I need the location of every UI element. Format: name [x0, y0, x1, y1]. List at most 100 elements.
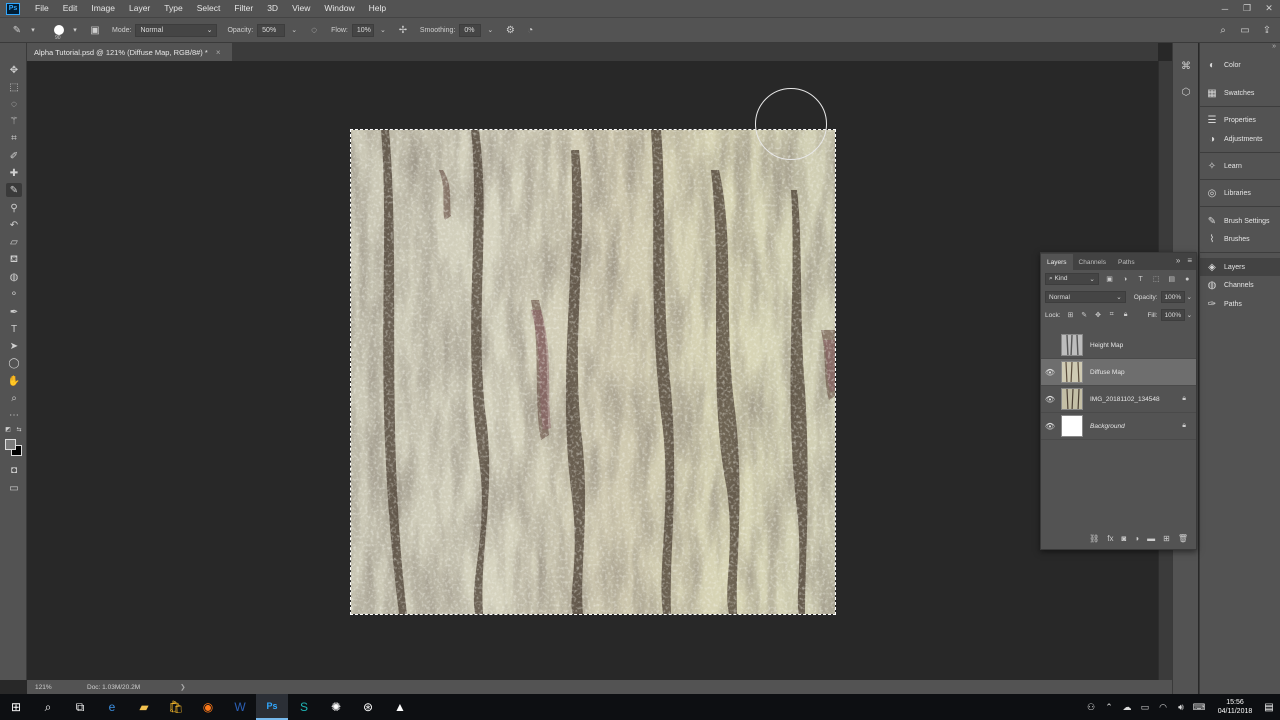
brush-tool-icon[interactable]: ✎ [10, 23, 24, 37]
fx-icon[interactable]: fx [1107, 534, 1113, 543]
panel-brushes[interactable]: ⌇ Brushes [1200, 230, 1280, 248]
volume-icon[interactable]: 🔊︎ [1173, 702, 1189, 713]
eye-icon[interactable]: 👁︎ [1041, 395, 1059, 404]
lock-artboard-icon[interactable]: ⌗ [1108, 310, 1116, 320]
move-tool-icon[interactable]: ✥ [6, 63, 22, 77]
pen-tool-icon[interactable]: ✒ [6, 305, 22, 319]
menu-select[interactable]: Select [190, 0, 228, 17]
collapse-panels-icon[interactable]: » [1272, 43, 1276, 50]
paint-bucket-tool-icon[interactable]: ⛾ [6, 253, 22, 267]
3d-panel-icon[interactable]: ⬡ [1179, 85, 1193, 99]
lasso-tool-icon[interactable]: ◌ [6, 97, 22, 111]
new-group-icon[interactable]: ▬ [1147, 534, 1155, 543]
document-tab[interactable]: Alpha Tutorial.psd @ 121% (Diffuse Map, … [27, 43, 232, 61]
blend-mode-select[interactable]: Normal ⌄ [1045, 291, 1126, 303]
start-icon[interactable]: ⊞ [0, 694, 32, 720]
airbrush-icon[interactable]: ✢ [396, 23, 410, 37]
firefox-icon[interactable]: ◉ [192, 694, 224, 720]
path-selection-tool-icon[interactable]: ➤ [6, 339, 22, 353]
photoshop-taskbar-icon[interactable]: Ps [256, 694, 288, 720]
app-disc-icon[interactable]: ⊛ [352, 694, 384, 720]
foreground-color-swatch[interactable] [5, 439, 16, 450]
notification-icon[interactable]: ▤ [1258, 702, 1280, 713]
add-mask-icon[interactable]: ◙ [1121, 534, 1126, 543]
file-explorer-icon[interactable]: ▰ [128, 694, 160, 720]
new-layer-icon[interactable]: ⊞ [1163, 534, 1170, 543]
flow-input[interactable]: 10% [351, 23, 374, 37]
delete-layer-icon[interactable]: 🗑︎ [1178, 534, 1188, 543]
store-icon[interactable]: 🛍︎ [160, 694, 192, 720]
chevron-down-icon[interactable]: ⌄ [1187, 311, 1192, 319]
photos-icon[interactable]: ▲ [384, 694, 416, 720]
panel-layers[interactable]: ◈ Layers [1200, 258, 1280, 276]
filter-smart-object-icon[interactable]: ▤ [1167, 274, 1177, 284]
canvas-area[interactable] [27, 61, 1158, 680]
panel-paths[interactable]: ✑ Paths [1200, 295, 1280, 313]
adjustment-layer-icon[interactable]: ◑ [1134, 534, 1139, 543]
filter-shape-icon[interactable]: ⬚ [1151, 274, 1161, 284]
show-hidden-icon[interactable]: ⌃ [1101, 702, 1117, 713]
brush-preset-picker[interactable]: 90 [54, 25, 64, 41]
minimize-icon[interactable]: ─ [1214, 0, 1236, 17]
menu-filter[interactable]: Filter [227, 0, 260, 17]
history-brush-tool-icon[interactable]: ↶ [6, 218, 22, 232]
menu-window[interactable]: Window [317, 0, 361, 17]
layer-background[interactable]: 👁︎ Background 🔒︎ [1041, 413, 1196, 440]
lock-transparency-icon[interactable]: ⊞ [1067, 310, 1075, 320]
chevron-down-icon[interactable]: ⌄ [1187, 293, 1192, 301]
search-icon[interactable]: ⌕ [1216, 23, 1230, 37]
eyedropper-tool-icon[interactable]: ✐ [6, 149, 22, 163]
menu-3d[interactable]: 3D [260, 0, 285, 17]
task-view-icon[interactable]: ⧉ [64, 694, 96, 720]
keyboard-icon[interactable]: ⌨ [1191, 702, 1207, 713]
hand-tool-icon[interactable]: ✋ [6, 374, 22, 388]
smoothing-gear-icon[interactable]: ⚙ [503, 23, 517, 37]
ellipse-tool-icon[interactable]: ◯ [6, 356, 22, 370]
wifi-icon[interactable]: ◠ [1155, 702, 1171, 713]
close-icon[interactable]: × [216, 48, 221, 57]
quick-mask-icon[interactable]: ◘ [6, 463, 22, 477]
crop-tool-icon[interactable]: ⌗ [6, 131, 22, 145]
menu-file[interactable]: File [28, 0, 56, 17]
screen-mode-icon[interactable]: ▭ [6, 481, 22, 495]
lock-position-icon[interactable]: ✥ [1094, 310, 1102, 320]
pressure-opacity-icon[interactable]: ◌ [307, 23, 321, 37]
default-colors-icon[interactable]: ◩ [3, 425, 13, 433]
layer-opacity-input[interactable]: 100% [1160, 291, 1185, 303]
eye-icon[interactable]: 👁︎ [1041, 422, 1059, 431]
clone-stamp-tool-icon[interactable]: ⚲ [6, 201, 22, 215]
status-menu-arrow-icon[interactable]: ❯ [180, 683, 185, 691]
more-tools-icon[interactable]: ⋯ [6, 408, 22, 422]
panel-color[interactable]: ◐ Color [1200, 56, 1280, 74]
clock[interactable]: 15:56 04/11/2018 [1212, 698, 1258, 716]
panel-libraries[interactable]: ◎ Libraries [1200, 184, 1280, 202]
tool-preset-chevron-icon[interactable]: ▾ [26, 23, 40, 37]
collapse-icon[interactable]: » [1176, 256, 1180, 265]
zoom-tool-icon[interactable]: ⌕ [6, 391, 22, 405]
panel-brush-settings[interactable]: ✎ Brush Settings [1200, 212, 1280, 230]
panel-swatches[interactable]: ▦ Swatches [1200, 84, 1280, 102]
share-icon[interactable]: ⇪ [1260, 23, 1274, 37]
lock-pixels-icon[interactable]: ✎ [1080, 310, 1088, 320]
word-icon[interactable]: W [224, 694, 256, 720]
people-icon[interactable]: ⚇ [1083, 702, 1099, 713]
tab-layers[interactable]: Layers [1041, 254, 1073, 270]
history-panel-icon[interactable]: ⌘ [1179, 59, 1193, 73]
close-icon[interactable]: ✕ [1258, 0, 1280, 17]
swap-colors-icon[interactable]: ⇆ [14, 425, 24, 433]
lock-all-icon[interactable]: 🔒︎ [1122, 310, 1130, 320]
tab-paths[interactable]: Paths [1112, 254, 1141, 270]
menu-type[interactable]: Type [157, 0, 189, 17]
panel-properties[interactable]: ☰ Properties [1200, 111, 1280, 129]
panel-channels[interactable]: ◍ Channels [1200, 276, 1280, 294]
fill-input[interactable]: 100% [1160, 309, 1185, 321]
filter-pixel-icon[interactable]: ▣ [1105, 274, 1115, 284]
menu-layer[interactable]: Layer [122, 0, 157, 17]
dodge-tool-icon[interactable]: ⚬ [6, 287, 22, 301]
brush-settings-toggle-icon[interactable]: ▣ [88, 23, 102, 37]
smoothing-input[interactable]: 0% [459, 23, 482, 37]
eye-icon[interactable]: 👁︎ [1041, 368, 1059, 377]
edge-browser-icon[interactable]: e [96, 694, 128, 720]
menu-help[interactable]: Help [362, 0, 393, 17]
display-icon[interactable]: ▭ [1137, 702, 1153, 713]
